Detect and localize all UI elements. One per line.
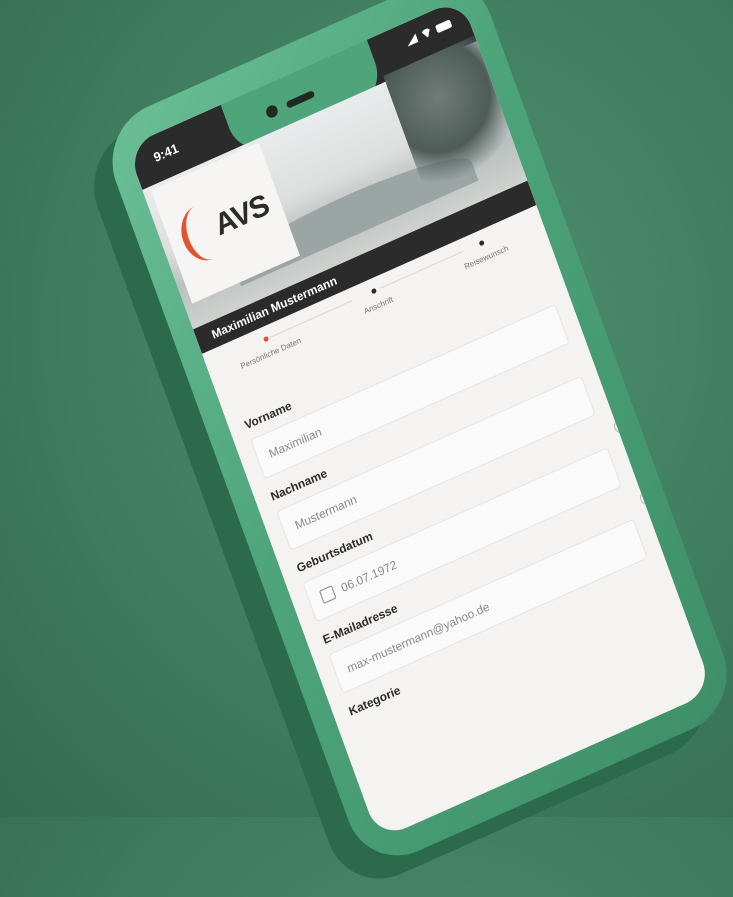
step-dot (370, 287, 377, 295)
status-icons (405, 18, 453, 46)
step-label: Reisewunsch (463, 243, 510, 272)
last-name-value: Mustermann (292, 492, 359, 533)
speaker-icon (285, 89, 316, 109)
step-dot-active (262, 335, 269, 343)
wifi-icon (420, 27, 433, 40)
app-screen: 9:41 AVS Maximilian Mustermann Persönlic… (126, 0, 714, 840)
mockup-stage: 9:41 AVS Maximilian Mustermann Persönlic… (0, 0, 733, 897)
step-label: Persönliche Daten (239, 335, 303, 371)
birthdate-value: 06.07.1972 (339, 557, 399, 596)
camera-icon (264, 103, 280, 120)
signal-icon (405, 33, 419, 46)
first-name-value: Maximilian (266, 424, 324, 461)
calendar-icon (318, 585, 337, 605)
step-dot (478, 239, 485, 247)
phone-mockup: 9:41 AVS Maximilian Mustermann Persönlic… (77, 0, 733, 897)
info-icon[interactable]: i (638, 487, 656, 507)
logo-text: AVS (210, 188, 274, 243)
battery-icon (434, 18, 453, 33)
step-label: Anschrift (362, 294, 395, 316)
status-time: 9:41 (151, 140, 181, 166)
info-icon[interactable]: i (612, 416, 630, 436)
